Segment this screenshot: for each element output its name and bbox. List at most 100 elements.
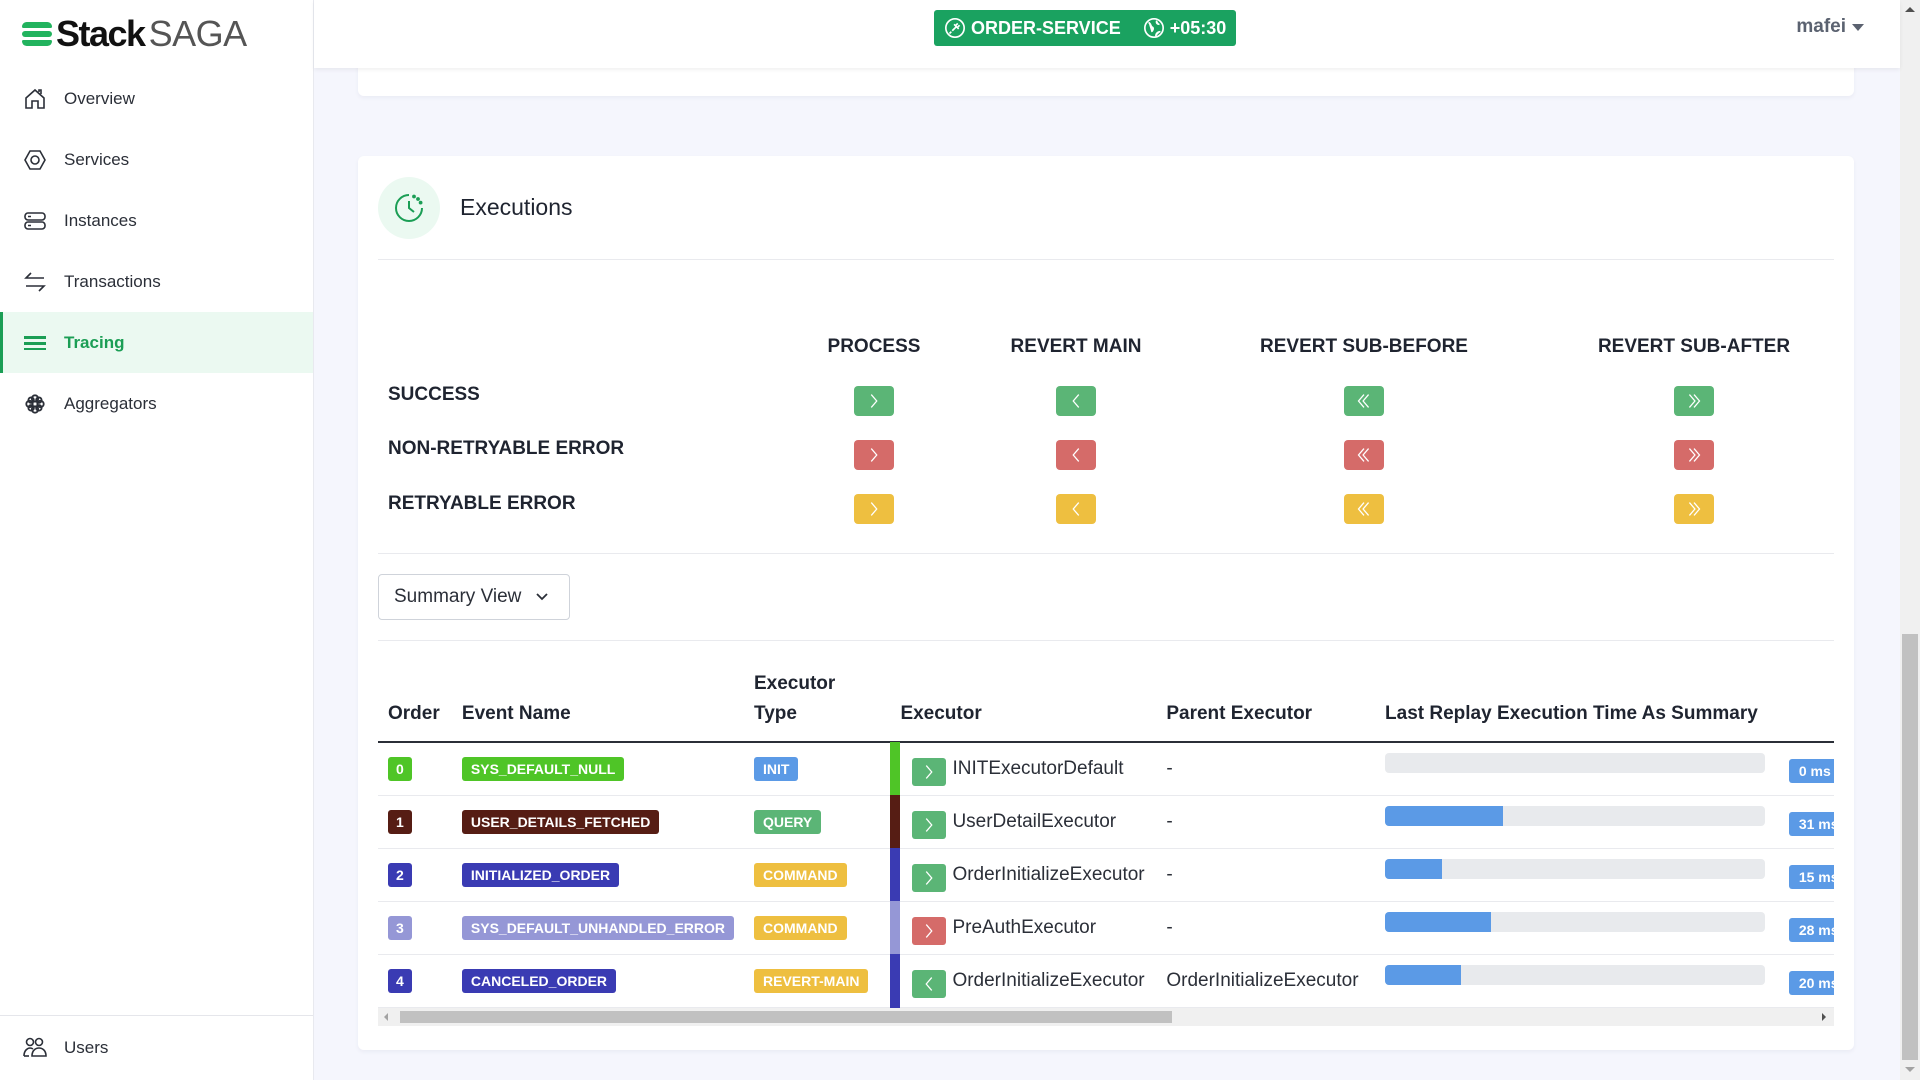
sidebar-item-instances[interactable]: Instances	[0, 190, 313, 251]
scroll-up-icon[interactable]	[1905, 7, 1915, 12]
scroll-right-icon[interactable]	[1822, 1013, 1826, 1021]
col-last-replay[interactable]: Last Replay Execution Time As Summary	[1375, 656, 1779, 743]
executor-name[interactable]: INITExecutorDefault	[952, 758, 1123, 779]
progress-cell	[1375, 954, 1779, 1008]
sidebar-item-overview[interactable]: Overview	[0, 68, 313, 129]
executor-status-button[interactable]	[912, 969, 947, 998]
arrows-left-right-icon	[22, 269, 48, 295]
legend-retryable-error-revert-sub-before-button[interactable]	[1344, 494, 1384, 524]
order-badge: 4	[388, 968, 412, 993]
legend-non-retryable-error-revert-main-button[interactable]	[1056, 440, 1096, 470]
event-name-badge[interactable]: SYS_DEFAULT_UNHANDLED_ERROR	[461, 915, 734, 940]
sidebar-item-users[interactable]: Users	[0, 1016, 313, 1080]
sidebar-nav: Overview Services Instances Transactions…	[0, 68, 313, 434]
col-executor-type[interactable]: Executor Type	[744, 656, 891, 743]
legend-retryable-error-revert-sub-after-button[interactable]	[1674, 494, 1714, 524]
executor-type-badge: INIT	[754, 756, 799, 781]
event-name-badge[interactable]: CANCELED_ORDER	[461, 968, 617, 993]
executor-name[interactable]: OrderInitializeExecutor	[952, 864, 1144, 885]
legend-success-process-button[interactable]	[854, 386, 894, 416]
chevron-left-icon	[1065, 444, 1087, 466]
executor-status-button[interactable]	[912, 757, 947, 786]
legend-retryable-error-process-button[interactable]	[854, 494, 894, 524]
legend-non-retryable-error-process-button[interactable]	[854, 440, 894, 470]
card-title: Executions	[460, 194, 573, 220]
service-name: ORDER-SERVICE	[971, 17, 1121, 38]
app-logo[interactable]: Stack SAGA	[22, 13, 247, 54]
execution-time-badge: 0 ms	[1788, 758, 1834, 783]
event-name-badge[interactable]: USER_DETAILS_FETCHED	[461, 809, 660, 834]
executor-cell: OrderInitializeExecutor	[890, 847, 1157, 902]
scroll-left-icon[interactable]	[384, 1013, 388, 1021]
progress-cell	[1375, 795, 1779, 849]
legend-success-revert-main-button[interactable]	[1056, 386, 1096, 416]
service-badge[interactable]: ORDER-SERVICE +05:30	[934, 10, 1237, 46]
executor-status-button[interactable]	[912, 916, 947, 945]
legend-retryable-error-revert-main-button[interactable]	[1056, 494, 1096, 524]
col-executor[interactable]: Executor	[890, 656, 1157, 743]
table-row[interactable]: 0 SYS_DEFAULT_NULL INIT INITExecutorDefault…	[378, 742, 1834, 796]
sidebar-item-label: Transactions	[64, 271, 161, 291]
sidebar-item-services[interactable]: Services	[0, 129, 313, 190]
scrollbar-thumb[interactable]	[400, 1011, 1172, 1023]
legend-success-revert-sub-before-button[interactable]	[1344, 386, 1384, 416]
chevron-right-icon	[918, 920, 940, 942]
legend-col-revert-sub-after: REVERT SUB-AFTER	[1597, 336, 1791, 357]
sidebar-item-aggregators[interactable]: Aggregators	[0, 373, 313, 434]
legend-col-revert-main: REVERT MAIN	[1010, 336, 1142, 357]
table-row[interactable]: 4 CANCELED_ORDER REVERT-MAIN OrderInitializ…	[378, 953, 1834, 1008]
event-name-badge[interactable]: SYS_DEFAULT_NULL	[461, 756, 625, 781]
legend-non-retryable-error-revert-sub-after-button[interactable]	[1674, 440, 1714, 470]
scroll-down-icon[interactable]	[1905, 1067, 1915, 1072]
card-header: Executions	[378, 176, 1834, 260]
sidebar-item-label: Services	[64, 149, 130, 169]
double-chevron-left-icon	[1353, 498, 1375, 520]
caret-down-icon	[1852, 23, 1864, 31]
top-header: ORDER-SERVICE +05:30 mafei	[314, 0, 1900, 68]
server-icon	[22, 208, 48, 234]
table-row[interactable]: 2 INITIALIZED_ORDER COMMAND OrderInitialize…	[378, 847, 1834, 902]
table-row[interactable]: 3 SYS_DEFAULT_UNHANDLED_ERROR COMMAND PreAu…	[378, 900, 1834, 955]
stack-logo-icon	[22, 22, 52, 46]
chevron-right-icon	[918, 814, 940, 836]
order-badge: 2	[388, 862, 412, 887]
executor-type-cell: COMMAND	[744, 848, 891, 902]
table-horizontal-scrollbar[interactable]	[378, 1008, 1834, 1026]
executor-name[interactable]: OrderInitializeExecutor	[952, 970, 1144, 991]
executor-type-badge: REVERT-MAIN	[754, 968, 869, 993]
sidebar-item-tracing[interactable]: Tracing	[0, 312, 313, 373]
sidebar-item-label: Instances	[64, 210, 137, 230]
page-scrollbar-thumb[interactable]	[1902, 634, 1918, 1060]
execution-time-progress	[1385, 964, 1766, 985]
legend-col-process: PROCESS	[827, 336, 921, 357]
legend-row-success: SUCCESS	[388, 384, 480, 405]
executor-name[interactable]: UserDetailExecutor	[952, 811, 1116, 832]
view-mode-select[interactable]: Summary View	[378, 574, 570, 620]
event-name-badge[interactable]: INITIALIZED_ORDER	[461, 862, 620, 887]
flower-icon	[22, 391, 48, 417]
sidebar: Stack SAGA Overview Services Instances T…	[0, 0, 314, 1080]
col-event-name[interactable]: Event Name	[451, 656, 744, 743]
time-cell: 20 ms	[1778, 954, 1834, 1008]
parent-executor-cell: -	[1156, 848, 1376, 902]
user-menu[interactable]: mafei	[1796, 16, 1864, 38]
executor-cell: PreAuthExecutor	[890, 900, 1157, 955]
col-order[interactable]: Order	[378, 656, 452, 743]
legend-non-retryable-error-revert-sub-before-button[interactable]	[1344, 440, 1384, 470]
executor-status-button[interactable]	[912, 810, 947, 839]
page-vertical-scrollbar[interactable]	[1900, 0, 1920, 1080]
sidebar-item-transactions[interactable]: Transactions	[0, 251, 313, 312]
legend-success-revert-sub-after-button[interactable]	[1674, 386, 1714, 416]
executor-cell: OrderInitializeExecutor	[890, 953, 1157, 1008]
sidebar-item-label: Users	[64, 1038, 109, 1057]
parent-executor-cell: -	[1156, 742, 1376, 796]
execution-time-progress	[1385, 858, 1766, 879]
time-cell: 31 ms	[1778, 795, 1834, 849]
table-row[interactable]: 1 USER_DETAILS_FETCHED QUERY UserDetailExec…	[378, 794, 1834, 849]
executor-status-button[interactable]	[912, 863, 947, 892]
executor-name[interactable]: PreAuthExecutor	[952, 917, 1096, 938]
double-chevron-right-icon	[1683, 444, 1705, 466]
order-cell: 3	[378, 901, 452, 955]
col-parent-executor[interactable]: Parent Executor	[1156, 656, 1376, 743]
sidebar-item-label: Aggregators	[64, 393, 157, 413]
